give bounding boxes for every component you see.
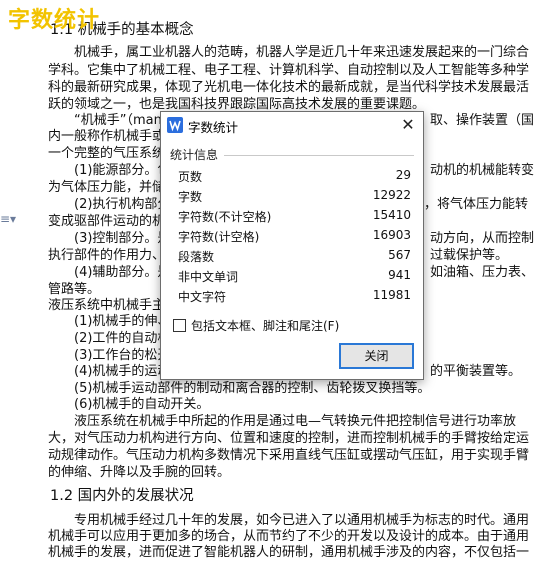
stat-value: 15410 [372, 208, 411, 222]
document-text-line: (6)机械手的自动开关。 [74, 397, 210, 412]
document-text-line: 的伸缩、升降以及手腕的回转。 [48, 465, 231, 480]
document-text-line: 动机的机械能转变 [430, 163, 535, 178]
document-text-line: 动规律动作。气压动力机构多数情况下采用直线气压缸或摆动气压缸，用于实现手臂 [48, 448, 530, 463]
stat-label: 页数 [178, 170, 203, 184]
document-text-line: 过载保护等。 [430, 248, 509, 263]
dialog-titlebar[interactable]: 字数统计 ✕ [161, 112, 423, 138]
wps-writer-icon [167, 117, 183, 133]
stat-value: 567 [388, 248, 411, 262]
document-text-line: (1)机械手的伸、 [74, 314, 171, 329]
stat-label: 字数 [178, 190, 203, 204]
document-text-line: 变成驱部件运动的机 [48, 214, 166, 229]
document-text-line: (3)工作台的松开 [74, 348, 171, 363]
close-icon[interactable]: ✕ [397, 114, 419, 136]
section-label: 统计信息 [170, 148, 219, 162]
section-divider [224, 155, 414, 156]
stat-row-non-chinese-words: 非中文单词 941 [178, 268, 411, 288]
close-button[interactable]: 关闭 [339, 343, 414, 369]
stat-row-chars-no-spaces: 字符数(不计空格) 15410 [178, 208, 411, 228]
word-count-dialog: 字数统计 ✕ 统计信息 页数 29 字数 12922 字符数(不计空格) 154… [160, 111, 424, 380]
stat-label: 中文字符 [178, 290, 227, 304]
stat-value: 12922 [372, 188, 411, 202]
checkbox-label[interactable]: 包括文本框、脚注和尾注(F) [191, 317, 339, 334]
document-text-line: 为气体压力能，并储 [48, 180, 166, 195]
document-text-line: 动方向，从而控制 [430, 231, 535, 246]
checkbox-box[interactable] [173, 319, 186, 332]
document-text-line: 执行部件的作用力、 [48, 248, 166, 263]
stat-row-chinese-chars: 中文字符 11981 [178, 288, 411, 308]
dialog-title: 字数统计 [188, 120, 239, 135]
document-text-line: 1.2 国内外的发展状况 [50, 488, 194, 504]
document-text-line: 液压系统在机械手中所起的作用是通过电—气转换元件把控制信号进行功率放 [74, 414, 517, 429]
document-text-line: 机械手，属工业机器人的范畴，机器人学是近几十年来迅速发展起来的一门综合 [74, 45, 530, 60]
document-text-line: ，将气体压力能转 [424, 197, 529, 212]
document-text-line: (1)能源部分。包 [74, 163, 171, 178]
stat-value: 29 [395, 168, 411, 182]
stat-label: 段落数 [178, 250, 215, 264]
document-text-line: 液压系统中机械手主 [48, 298, 166, 313]
stat-row-words: 字数 12922 [178, 188, 411, 208]
stat-value: 16903 [372, 228, 411, 242]
document-text-line: 大，对气压动力机构进行方向、位置和速度的控制，进而控制机械手的手臂按给定运 [48, 431, 530, 446]
document-text-line: 取、操作装置（国 [430, 113, 535, 128]
stat-label: 字符数(不计空格) [178, 210, 272, 224]
overlay-title: 字数统计 [8, 8, 101, 33]
document-text-line: 的平衡装置等。 [430, 364, 522, 379]
stat-row-paragraphs: 段落数 567 [178, 248, 411, 268]
stat-label: 字符数(计空格) [178, 230, 260, 244]
stat-label: 非中文单词 [178, 270, 239, 284]
document-text-line: (2)工件的自动松 [74, 331, 171, 346]
document-text-line: (4)机械手的运动 [74, 364, 171, 379]
document-text-line: 学科。它集中了机械工程、电子工程、计算机科学、自动控制以及人工智能等多种学 [48, 63, 530, 78]
stat-row-chars-with-spaces: 字符数(计空格) 16903 [178, 228, 411, 248]
document-text-line: 科的最新研究成果，体现了光机电一体化技术的最新成就，是当代科学技术发展最活 [48, 80, 530, 95]
stat-row-pages: 页数 29 [178, 168, 411, 188]
document-text-line: 内一般称作机械手或 [48, 129, 166, 144]
document-text-line: (5)机械手运动部件的制动和离合器的控制、齿轮拨叉换挡等。 [74, 381, 431, 396]
document-text-line: 机械手可以应用于更加多的场合，从而节约了不少的开发以及设计的成本。由于通用 [48, 529, 530, 544]
stat-value: 11981 [372, 288, 411, 302]
document-text-line: 如油箱、压力表、 [430, 265, 535, 280]
document-text-line: “机械手”（manip [74, 113, 174, 128]
gutter-marker: ≡▾ [0, 212, 17, 226]
document-text-line: 管路等。 [48, 282, 101, 297]
document-text-line: 一个完整的气压系统 [48, 146, 166, 161]
document-text-line: 专用机械手经过几十年的发展，如今已进入了以通用机械手为标志的时代。通用 [74, 513, 530, 528]
stat-value: 941 [388, 268, 411, 282]
